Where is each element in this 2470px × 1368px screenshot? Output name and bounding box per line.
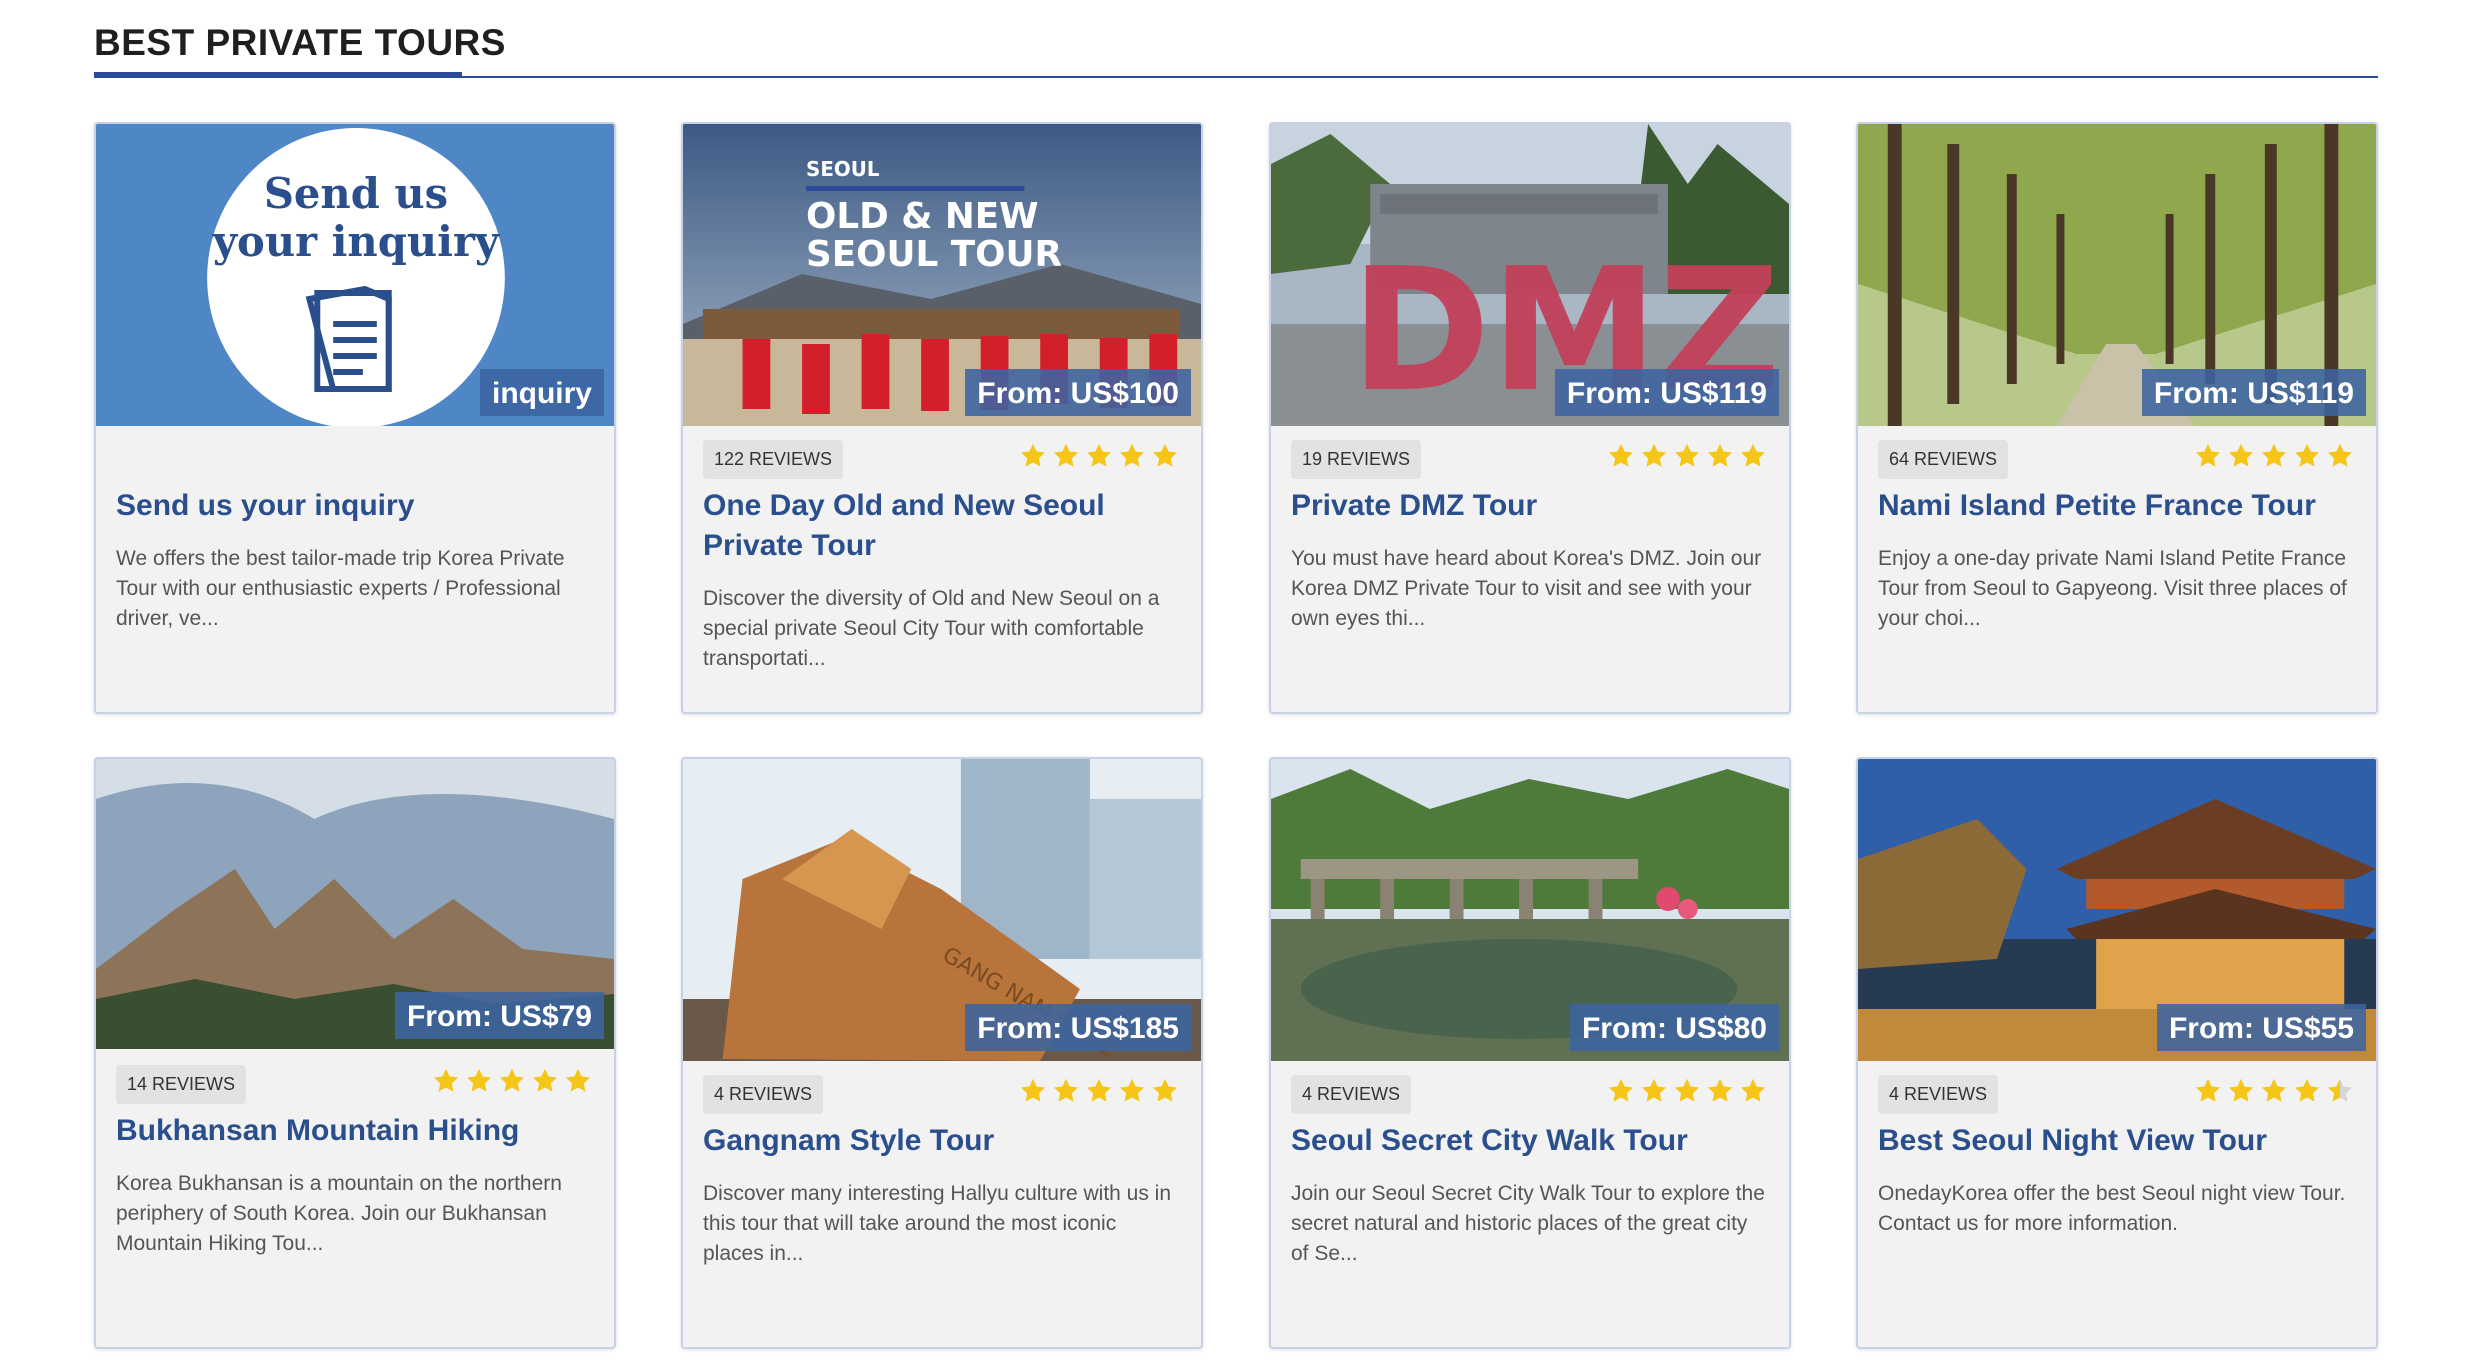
star-icon bbox=[1607, 1077, 1635, 1105]
rating-stars bbox=[2194, 442, 2354, 470]
card-description: Discover many interesting Hallyu culture… bbox=[703, 1182, 1172, 1265]
star-icon bbox=[432, 1067, 460, 1095]
star-icon bbox=[1673, 1077, 1701, 1105]
star-icon bbox=[1739, 1077, 1767, 1105]
card-image-gangnam[interactable]: GANG NAM STYLE From: US$185 bbox=[683, 759, 1201, 1061]
star-icon bbox=[2260, 1077, 2288, 1105]
star-icon bbox=[2260, 442, 2288, 470]
star-icon bbox=[1052, 1077, 1080, 1105]
price-tag[interactable]: From: US$119 bbox=[2141, 369, 2366, 416]
card-title[interactable]: Seoul Secret City Walk Tour bbox=[1291, 1121, 1769, 1161]
reviews-badge: 64 REVIEWS bbox=[1878, 440, 2009, 479]
star-icon bbox=[2326, 442, 2354, 470]
price-tag[interactable]: From: US$79 bbox=[394, 992, 604, 1039]
star-icon bbox=[1085, 1077, 1113, 1105]
card-description: You must have heard about Korea's DMZ. J… bbox=[1291, 547, 1762, 630]
rating-stars bbox=[1607, 442, 1767, 470]
card-description: Enjoy a one-day private Nami Island Peti… bbox=[1878, 547, 2347, 630]
reviews-badge: 19 REVIEWS bbox=[1291, 440, 1422, 479]
star-icon bbox=[465, 1067, 493, 1095]
price-tag[interactable]: From: US$185 bbox=[965, 1004, 1191, 1051]
star-icon bbox=[1118, 1077, 1146, 1105]
price-tag[interactable]: From: US$55 bbox=[2156, 1004, 2366, 1051]
rating-stars bbox=[2194, 1077, 2354, 1105]
tour-card-nami-island[interactable]: From: US$119 64 REVIEWS Nami Island Peti… bbox=[1856, 122, 2378, 714]
star-icon bbox=[1739, 442, 1767, 470]
price-tag[interactable]: From: US$100 bbox=[965, 369, 1191, 416]
star-icon bbox=[1706, 1077, 1734, 1105]
card-image-night-view[interactable]: From: US$55 bbox=[1858, 759, 2376, 1061]
star-icon bbox=[1019, 442, 1047, 470]
star-icon bbox=[2194, 442, 2222, 470]
inquiry-image-line2: your inquiry bbox=[212, 217, 501, 266]
rating-stars bbox=[1019, 1077, 1179, 1105]
tour-card-night-view[interactable]: From: US$55 4 REVIEWS Best Seoul Night V… bbox=[1856, 757, 2378, 1349]
star-icon bbox=[531, 1067, 559, 1095]
price-tag[interactable]: From: US$119 bbox=[1554, 369, 1779, 416]
star-icon bbox=[1607, 442, 1635, 470]
tour-card-gangnam[interactable]: GANG NAM STYLE From: US$185 4 REVIEWS Ga… bbox=[681, 757, 1203, 1349]
star-icon bbox=[1640, 442, 1668, 470]
star-icon bbox=[1085, 442, 1113, 470]
card-title[interactable]: Bukhansan Mountain Hiking bbox=[116, 1111, 594, 1151]
card-description: Korea Bukhansan is a mountain on the nor… bbox=[116, 1172, 562, 1255]
card-image-inquiry[interactable]: Send us your inquiry inquiry bbox=[96, 124, 614, 426]
card-title[interactable]: Send us your inquiry bbox=[116, 486, 594, 526]
seoul-kicker: SEOUL bbox=[806, 158, 880, 181]
rating-stars bbox=[1019, 442, 1179, 470]
card-image-secret-city-walk[interactable]: From: US$80 bbox=[1271, 759, 1789, 1061]
star-icon bbox=[1151, 442, 1179, 470]
inquiry-image-line1: Send us bbox=[264, 169, 448, 218]
card-title[interactable]: One Day Old and New Seoul Private Tour bbox=[703, 486, 1181, 566]
tour-card-bukhansan[interactable]: From: US$79 14 REVIEWS Bukhansan Mountai… bbox=[94, 757, 616, 1349]
star-icon bbox=[1118, 442, 1146, 470]
reviews-badge: 4 REVIEWS bbox=[1291, 1075, 1412, 1114]
card-description: OnedayKorea offer the best Seoul night v… bbox=[1878, 1182, 2346, 1235]
rating-stars bbox=[432, 1067, 592, 1095]
seoul-headline-2: SEOUL TOUR bbox=[806, 234, 1062, 275]
tour-card-old-new-seoul[interactable]: SEOUL OLD & NEW SEOUL TOUR From: US$100 … bbox=[681, 122, 1203, 714]
card-image-old-new-seoul[interactable]: SEOUL OLD & NEW SEOUL TOUR From: US$100 bbox=[683, 124, 1201, 426]
card-description: Join our Seoul Secret City Walk Tour to … bbox=[1291, 1182, 1765, 1265]
tour-card-secret-city-walk[interactable]: From: US$80 4 REVIEWS Seoul Secret City … bbox=[1269, 757, 1791, 1349]
star-icon bbox=[2194, 1077, 2222, 1105]
price-tag[interactable]: From: US$80 bbox=[1569, 1004, 1779, 1051]
title-underline-accent bbox=[94, 72, 462, 77]
seoul-headline-1: OLD & NEW bbox=[806, 196, 1039, 237]
card-image-nami-island[interactable]: From: US$119 bbox=[1858, 124, 2376, 426]
star-icon bbox=[1640, 1077, 1668, 1105]
star-icon bbox=[2227, 1077, 2255, 1105]
document-icon bbox=[305, 285, 392, 392]
star-icon bbox=[1706, 442, 1734, 470]
rating-stars bbox=[1607, 1077, 1767, 1105]
reviews-badge: 4 REVIEWS bbox=[703, 1075, 824, 1114]
card-title[interactable]: Best Seoul Night View Tour bbox=[1878, 1121, 2356, 1161]
card-title[interactable]: Nami Island Petite France Tour bbox=[1878, 486, 2356, 526]
reviews-badge: 4 REVIEWS bbox=[1878, 1075, 1999, 1114]
star-icon bbox=[564, 1067, 592, 1095]
star-icon bbox=[1052, 442, 1080, 470]
star-icon bbox=[2293, 442, 2321, 470]
reviews-badge: 122 REVIEWS bbox=[703, 440, 844, 479]
star-icon bbox=[2326, 1077, 2354, 1105]
star-icon bbox=[1019, 1077, 1047, 1105]
card-description: Discover the diversity of Old and New Se… bbox=[703, 587, 1160, 670]
star-icon bbox=[498, 1067, 526, 1095]
card-title[interactable]: Gangnam Style Tour bbox=[703, 1121, 1181, 1161]
star-icon bbox=[2227, 442, 2255, 470]
reviews-badge: 14 REVIEWS bbox=[116, 1065, 247, 1104]
card-image-dmz[interactable]: DMZ From: US$119 bbox=[1271, 124, 1789, 426]
star-icon bbox=[1673, 442, 1701, 470]
section-title: BEST PRIVATE TOURS bbox=[94, 22, 506, 63]
inquiry-tag[interactable]: inquiry bbox=[479, 369, 604, 416]
tour-card-inquiry[interactable]: Send us your inquiry inquiry Send us you… bbox=[94, 122, 616, 714]
card-image-bukhansan[interactable]: From: US$79 bbox=[96, 759, 614, 1049]
star-icon bbox=[2293, 1077, 2321, 1105]
card-title[interactable]: Private DMZ Tour bbox=[1291, 486, 1769, 526]
card-description: We offers the best tailor-made trip Kore… bbox=[116, 547, 565, 630]
star-icon bbox=[1151, 1077, 1179, 1105]
tour-card-dmz[interactable]: DMZ From: US$119 19 REVIEWS Private DMZ … bbox=[1269, 122, 1791, 714]
